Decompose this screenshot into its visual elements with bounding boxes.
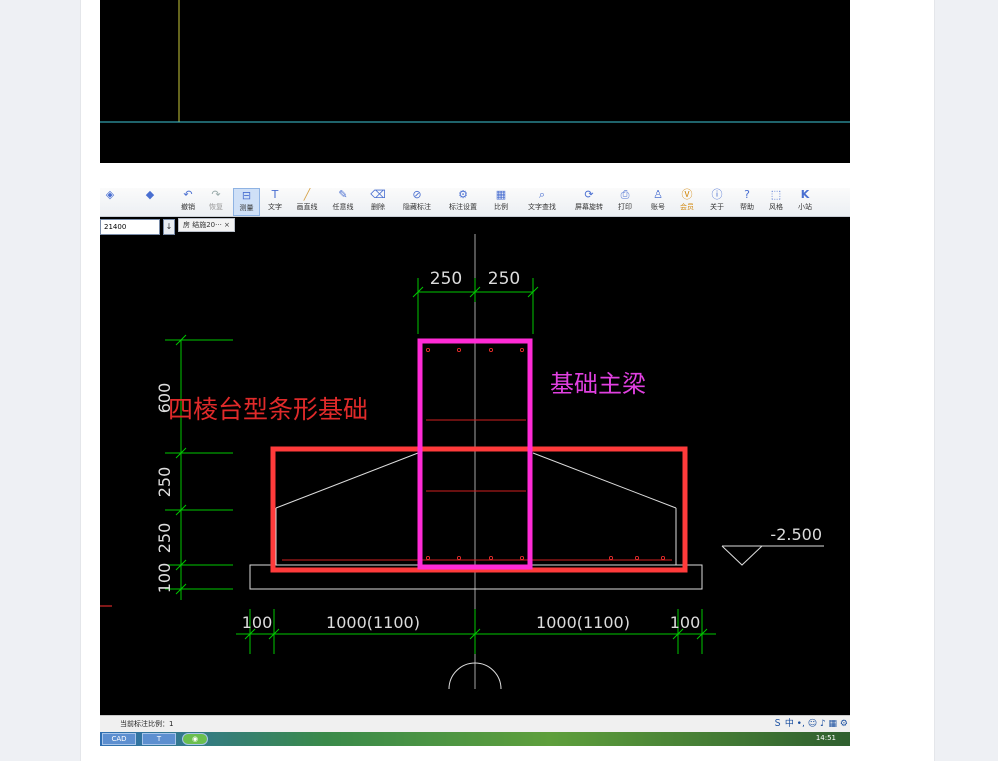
help-icon: ?: [744, 188, 750, 201]
elevation-marker: [721, 545, 824, 566]
cad-top-lines: [100, 0, 850, 123]
line-icon: ╱: [303, 188, 311, 201]
account-icon: ♙: [653, 188, 663, 201]
footing-highlight: [270, 446, 688, 573]
hide-icon: ⊘: [412, 188, 422, 201]
toolbar-item-freehand[interactable]: ✎ 任意线: [328, 188, 358, 216]
dim-left-100: 100: [155, 563, 174, 594]
footing-slope-right: [532, 452, 677, 509]
annotation-settings-icon: ⚙: [458, 188, 468, 201]
vip-icon: Ⓥ: [681, 188, 693, 201]
k-icon: K: [800, 188, 810, 201]
toolbar-item-account[interactable]: ♙ 账号: [646, 188, 670, 216]
measure-icon: ⊟: [241, 189, 252, 202]
status-bar: 当前标注比例：1 Ｓ 中 •, ☺ ♪ ▦ ⚙: [100, 715, 850, 733]
toolbar-item-vip[interactable]: Ⓥ 会员: [675, 188, 699, 216]
taskbar-app-browser[interactable]: ◉: [182, 733, 208, 745]
ruler-icon: ▦: [495, 188, 507, 201]
dim-left-250b: 250: [155, 523, 174, 554]
taskbar-app-text[interactable]: T: [142, 733, 176, 745]
footing-slope-left: [275, 452, 419, 509]
eraser-icon: ⌫: [370, 188, 386, 201]
toolbar-item-line[interactable]: ╱ 画直线: [292, 188, 322, 216]
toolbar-item-delete[interactable]: ⌫ 删除: [366, 188, 390, 216]
dim-bottom-100-left: 100: [242, 613, 273, 632]
print-icon: ⎙: [620, 188, 630, 201]
redo-icon: ↷: [211, 188, 221, 201]
find-text-icon: ⌕: [538, 188, 546, 201]
toolbar-item-redo[interactable]: ↷ 恢复: [204, 188, 228, 216]
taskbar-app-cad[interactable]: CAD: [102, 733, 136, 745]
freehand-icon: ✎: [338, 188, 348, 201]
toolbar-item-measure[interactable]: ⊟ 测量: [233, 188, 260, 216]
toolbar-item-style[interactable]: ⬚ 风格: [764, 188, 788, 216]
toolbar-item-print[interactable]: ⎙ 打印: [613, 188, 637, 216]
rotate-icon: ⟳: [584, 188, 594, 201]
dim-top-left: 250: [430, 269, 462, 289]
toolbar-item-scale[interactable]: ▦ 比例: [489, 188, 513, 216]
toolbar-item-hide-annotation[interactable]: ⊘ 隐藏标注: [398, 188, 436, 216]
cad-screenshot: ◈ ◆ ↶ 撤销 ↷ 恢复 ⊟ 测量 T 文字 ╱ 画直线 ✎ 任意线 ⌫ 删除: [100, 188, 850, 746]
scale-input[interactable]: 21400: [100, 219, 160, 235]
dim-bottom-width-left: 1000(1100): [326, 613, 420, 632]
rebar-lines: [282, 419, 672, 561]
cad-toolbar: ◈ ◆ ↶ 撤销 ↷ 恢复 ⊟ 测量 T 文字 ╱ 画直线 ✎ 任意线 ⌫ 删除: [100, 188, 850, 217]
toolbar-item-find-text[interactable]: ⌕ 文字查找: [523, 188, 561, 216]
style-icon: ⬚: [770, 188, 782, 201]
undo-icon: ↶: [183, 188, 193, 201]
drawing-tab[interactable]: 房 结施20··· ×: [178, 218, 235, 232]
dim-bottom-width-right: 1000(1100): [536, 613, 630, 632]
scale-dropdown-button[interactable]: ↓: [163, 219, 175, 235]
footing-body: [275, 508, 677, 566]
bottom-dimension-lines: [236, 609, 716, 654]
toolbar-item-annotation-settings[interactable]: ⚙ 标注设置: [444, 188, 482, 216]
toolbar-item-text[interactable]: T 文字: [263, 188, 287, 216]
dim-top-right: 250: [488, 269, 520, 289]
cad-drawing: 250 250 600 250 250 100 100 1000(1100) 1…: [100, 234, 824, 690]
cad-screenshot-top: [100, 0, 850, 163]
toolbar-item-about[interactable]: ⓘ 关于: [705, 188, 729, 216]
toolbar-item-undo[interactable]: ↶ 撤销: [176, 188, 200, 216]
status-scale-text: 当前标注比例：1: [120, 720, 174, 728]
stack-icon[interactable]: ◆: [138, 188, 162, 216]
toolbar-item-station[interactable]: K 小站: [793, 188, 817, 216]
dim-bottom-100-right: 100: [670, 613, 701, 632]
info-icon: ⓘ: [711, 188, 723, 201]
label-main-beam: 基础主梁: [550, 370, 646, 398]
toolbar-item-help[interactable]: ? 帮助: [735, 188, 759, 216]
text-icon: T: [271, 188, 279, 201]
dim-left-250a: 250: [155, 467, 174, 498]
taskbar: CAD T ◉ 14:51: [100, 732, 850, 746]
left-dimension-lines: [165, 334, 233, 600]
label-footing-type: 四棱台型条形基础: [168, 395, 368, 424]
elevation-label: -2.500: [770, 525, 822, 544]
taskbar-clock: 14:51: [815, 734, 836, 742]
toolbar-item-rotate[interactable]: ⟳ 屏幕旋转: [570, 188, 608, 216]
ime-toolbar-icon[interactable]: Ｓ 中 •, ☺ ♪ ▦ ⚙: [773, 716, 848, 732]
layer-icon[interactable]: ◈: [100, 188, 120, 216]
